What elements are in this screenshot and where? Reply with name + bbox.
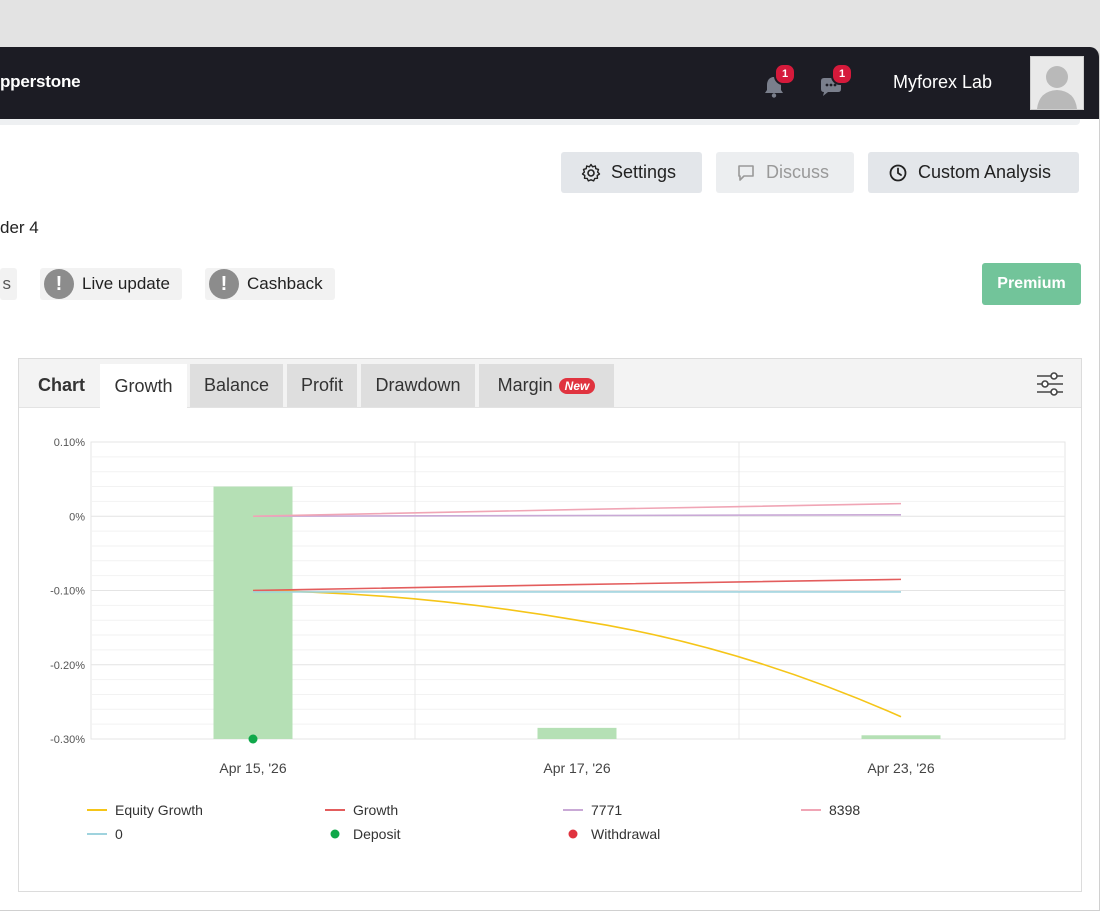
growth-chart: 0.10% 0% -0.10% -0.20% -0.30% Apr 15, '26 Apr … bbox=[50, 437, 1066, 842]
tab-balance[interactable]: Balance bbox=[190, 364, 283, 407]
app-window: pperstone 1 1 Myforex Lab Settings Discu… bbox=[0, 47, 1100, 911]
tab-growth[interactable]: Growth bbox=[100, 364, 187, 408]
user-silhouette-icon bbox=[1037, 66, 1077, 109]
browser-top-strip bbox=[0, 0, 1100, 48]
chart-panel: Chart Growth Balance Profit Drawdown Mar… bbox=[18, 358, 1082, 892]
y-tick-label: -0.10% bbox=[50, 586, 85, 598]
legend-label: 7771 bbox=[591, 802, 622, 818]
legend-swatch bbox=[330, 829, 340, 839]
chart-tabbar: Chart Growth Balance Profit Drawdown Mar… bbox=[19, 359, 1081, 408]
messages-button[interactable]: 1 bbox=[817, 63, 853, 101]
exclamation-icon: ! bbox=[44, 269, 74, 299]
tab-margin[interactable]: Margin New bbox=[479, 364, 614, 407]
new-badge: New bbox=[558, 377, 596, 394]
growth-bar bbox=[537, 727, 617, 739]
premium-button[interactable]: Premium bbox=[982, 263, 1081, 305]
chip-cashback[interactable]: ! Cashback bbox=[205, 268, 335, 300]
legend-label: 8398 bbox=[829, 802, 860, 818]
custom-analysis-label: Custom Analysis bbox=[918, 162, 1052, 182]
chip-partial-label: s bbox=[2, 274, 12, 293]
legend-swatch bbox=[568, 829, 578, 839]
tab-margin-label: Margin bbox=[497, 375, 553, 395]
tab-growth-label: Growth bbox=[114, 375, 173, 396]
tab-profit-label: Profit bbox=[300, 375, 343, 395]
growth-bar bbox=[861, 735, 941, 739]
marker-deposit bbox=[248, 734, 258, 744]
x-tick-label: Apr 23, '26 bbox=[867, 760, 934, 776]
exclamation-icon: ! bbox=[209, 269, 239, 299]
account-subtitle: der 4 bbox=[0, 218, 39, 237]
legend-label: Withdrawal bbox=[591, 826, 660, 842]
y-tick-label: -0.30% bbox=[50, 734, 85, 746]
message-badge: 1 bbox=[831, 63, 853, 85]
x-tick-label: Apr 15, '26 bbox=[219, 760, 286, 776]
navbar-shadow bbox=[0, 119, 1080, 125]
live-update-label: Live update bbox=[82, 274, 170, 293]
tab-drawdown-label: Drawdown bbox=[375, 375, 461, 395]
notifications-bell[interactable]: 1 bbox=[760, 63, 796, 101]
user-name[interactable]: Myforex Lab bbox=[893, 72, 992, 93]
legend-label: 0 bbox=[115, 826, 123, 842]
settings-button[interactable]: Settings bbox=[561, 152, 702, 193]
discuss-button[interactable]: Discuss bbox=[716, 152, 854, 193]
notification-badge: 1 bbox=[774, 63, 796, 85]
legend-label: Growth bbox=[353, 802, 398, 818]
clock-icon bbox=[889, 164, 907, 181]
chip-partial[interactable]: s bbox=[0, 268, 17, 300]
legend-label: Deposit bbox=[353, 826, 401, 842]
brand-logo[interactable]: pperstone bbox=[0, 72, 81, 92]
chart-tab-title: Chart bbox=[38, 375, 86, 395]
legend-label: Equity Growth bbox=[115, 802, 203, 818]
tab-profit[interactable]: Profit bbox=[287, 364, 357, 407]
comment-icon bbox=[738, 164, 754, 181]
discuss-label: Discuss bbox=[766, 162, 830, 182]
avatar[interactable] bbox=[1030, 56, 1084, 110]
custom-analysis-button[interactable]: Custom Analysis bbox=[868, 152, 1079, 193]
y-tick-label: 0.10% bbox=[54, 437, 85, 449]
chip-live-update[interactable]: ! Live update bbox=[40, 268, 182, 300]
settings-label: Settings bbox=[611, 162, 677, 182]
x-tick-label: Apr 17, '26 bbox=[543, 760, 610, 776]
tab-balance-label: Balance bbox=[203, 375, 270, 395]
growth-bar bbox=[213, 486, 293, 739]
top-navbar: pperstone 1 1 Myforex Lab bbox=[0, 47, 1099, 125]
tab-drawdown[interactable]: Drawdown bbox=[361, 364, 475, 407]
sliders-icon[interactable] bbox=[1035, 371, 1065, 397]
y-tick-label: 0% bbox=[69, 511, 85, 523]
cashback-label: Cashback bbox=[247, 274, 323, 293]
y-tick-label: -0.20% bbox=[50, 660, 85, 672]
gear-icon bbox=[581, 163, 601, 182]
